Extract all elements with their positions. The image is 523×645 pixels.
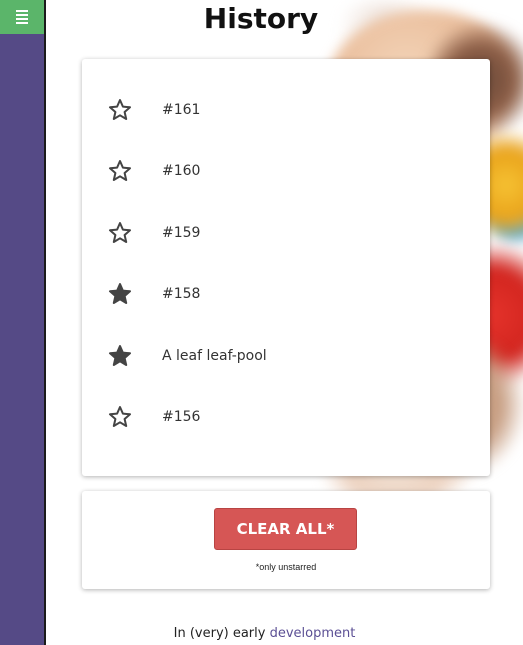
development-notice: In (very) early development [46,626,523,641]
development-link[interactable]: development [270,626,356,641]
history-item[interactable]: #156 [82,386,490,447]
history-item[interactable]: #160 [82,140,490,201]
history-item[interactable]: #159 [82,202,490,263]
history-item[interactable]: #161 [82,79,490,140]
star-filled-icon[interactable] [108,344,132,368]
history-item[interactable]: #158 [82,263,490,324]
star-outline-icon[interactable] [108,405,132,429]
clear-note: *only unstarred [255,562,317,572]
clear-all-button[interactable]: CLEAR ALL* [214,508,357,550]
star-filled-icon[interactable] [108,282,132,306]
page-title: History [203,2,319,35]
history-item-label: #156 [162,408,201,425]
star-outline-icon[interactable] [108,221,132,245]
history-item[interactable]: A leaf leaf-pool [82,325,490,386]
history-item-label: #159 [162,224,201,241]
star-outline-icon[interactable] [108,159,132,183]
history-item-label: #161 [162,101,201,118]
history-item-label: A leaf leaf-pool [162,347,267,364]
history-item-label: #158 [162,285,201,302]
hamburger-menu-icon [16,10,28,24]
star-outline-icon[interactable] [108,98,132,122]
history-item-label: #160 [162,162,201,179]
menu-button[interactable] [0,0,44,34]
history-list: #161 #160 #159 #158 A leaf leaf-pool #15… [82,59,490,476]
development-notice-text: In (very) early [173,626,270,641]
sidebar [0,0,46,645]
clear-panel: CLEAR ALL* *only unstarred [82,491,490,589]
